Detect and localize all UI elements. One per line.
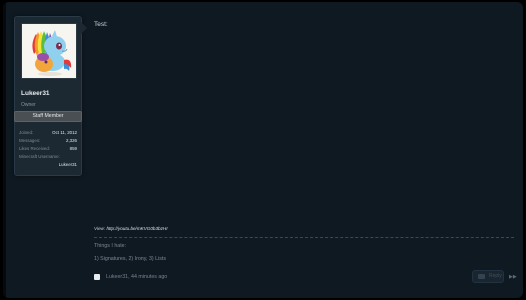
thread-post: Lukeer31 Owner Staff Member Joined: Oct …: [3, 2, 523, 298]
video-url[interactable]: http://youtu.be/mKVG0b3bzHI: [106, 226, 167, 231]
stat-messages: Messages: 2,326: [19, 137, 77, 145]
post-body: Test:: [94, 21, 108, 28]
stat-value: 859: [69, 146, 77, 151]
stat-joined: Joined: Oct 11, 2012: [19, 129, 77, 137]
reply-button[interactable]: Reply: [472, 270, 504, 283]
video-link: View: http://youtu.be/mKVG0b3bzHI: [94, 226, 167, 231]
staff-banner: Staff Member: [14, 111, 82, 122]
frame-edge: [3, 2, 6, 298]
card-arrow: [81, 22, 87, 34]
more-arrows-icon[interactable]: ▶▶: [509, 274, 517, 280]
pony-avatar-icon: [22, 24, 76, 78]
user-card: Lukeer31 Owner Staff Member Joined: Oct …: [14, 16, 82, 176]
stat-label: Joined:: [19, 130, 34, 135]
signature-line: 1) Signatures, 2) Irony, 3) Lists: [94, 256, 167, 262]
stat-minecraft-value: Lukeer31: [58, 162, 77, 167]
select-post-checkbox[interactable]: [94, 274, 100, 280]
stat-label: Messages:: [19, 138, 41, 143]
view-prefix: View:: [94, 226, 106, 231]
user-stats: Joined: Oct 11, 2012 Messages: 2,326 Lik…: [19, 129, 77, 169]
stat-minecraft-label: Minecraft Username:: [19, 154, 60, 159]
avatar[interactable]: [21, 23, 77, 79]
post-meta[interactable]: Lukeer31, 44 minutes ago: [106, 274, 167, 280]
signature-line: Things I hate:: [94, 243, 127, 249]
username[interactable]: Lukeer31: [21, 90, 50, 97]
user-role: Owner: [21, 102, 36, 108]
stat-likes: Likes Received: 859: [19, 145, 77, 153]
reply-icon: [478, 274, 485, 279]
stat-label: Likes Received:: [19, 146, 50, 151]
stat-value[interactable]: 2,326: [66, 137, 77, 145]
signature-divider: [94, 237, 514, 238]
reply-label: Reply: [489, 273, 502, 279]
stat-value: Oct 11, 2012: [52, 130, 77, 135]
